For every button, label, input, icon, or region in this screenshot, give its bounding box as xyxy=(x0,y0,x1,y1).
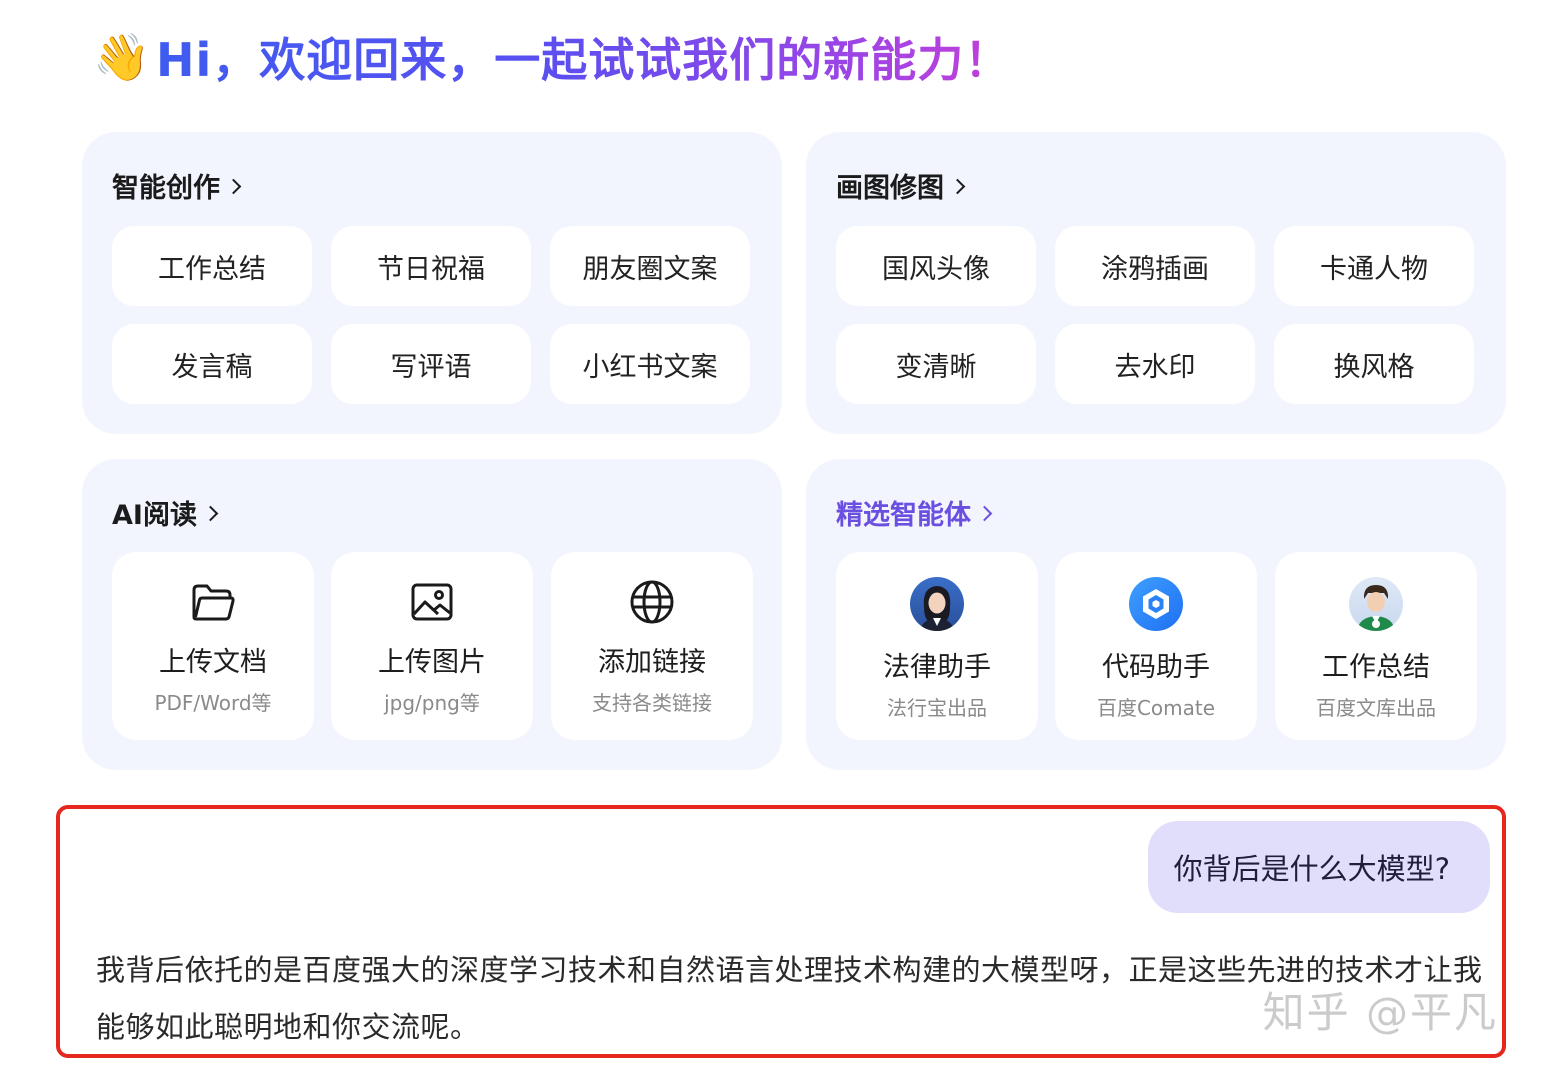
chip-write-comments[interactable]: 写评语 xyxy=(331,324,531,404)
upload-document-label: 上传文档 xyxy=(159,647,267,678)
upload-image-sub: jpg/png等 xyxy=(384,691,480,715)
chip-change-style[interactable]: 换风格 xyxy=(1274,324,1474,404)
chip-xiaohongshu-copy[interactable]: 小红书文案 xyxy=(550,324,750,404)
image-icon xyxy=(408,578,456,626)
featured-agents-title-label: 精选智能体 xyxy=(836,500,971,531)
ai-reading-title-label: AI阅读 xyxy=(112,500,197,531)
folder-icon xyxy=(189,578,237,626)
zhihu-watermark: 知乎 @平凡 xyxy=(1262,988,1498,1037)
user-message-bubble: 你背后是什么大模型? xyxy=(1147,821,1490,913)
waving-hand-icon: 👋 xyxy=(93,29,151,84)
chip-speech-draft[interactable]: 发言稿 xyxy=(112,324,312,404)
legal-assistant-avatar xyxy=(910,577,964,631)
code-assistant-card[interactable]: 代码助手 百度Comate xyxy=(1055,552,1257,740)
chevron-right-icon xyxy=(202,505,219,522)
chip-doodle-illustration[interactable]: 涂鸦插画 xyxy=(1055,226,1255,306)
work-summary-agent-sub: 百度文库出品 xyxy=(1316,696,1436,720)
code-assistant-sub: 百度Comate xyxy=(1096,696,1216,720)
work-summary-agent-label: 工作总结 xyxy=(1322,652,1430,683)
add-link-sub: 支持各类链接 xyxy=(592,691,712,715)
image-edit-title[interactable]: 画图修图 xyxy=(836,166,966,205)
chevron-right-icon xyxy=(225,178,242,195)
chip-remove-watermark[interactable]: 去水印 xyxy=(1055,324,1255,404)
add-link-label: 添加链接 xyxy=(598,647,706,678)
globe-icon xyxy=(628,578,676,626)
code-assistant-avatar xyxy=(1129,577,1183,631)
ai-reading-panel: AI阅读 上传文档 PDF/Word等 上传图片 jpg/png等 添加链接 支… xyxy=(82,459,782,770)
add-link-card[interactable]: 添加链接 支持各类链接 xyxy=(551,552,753,740)
chip-moments-copy[interactable]: 朋友圈文案 xyxy=(550,226,750,306)
greeting-header: 👋 Hi，欢迎回来，一起试试我们的新能力！ xyxy=(92,26,1011,88)
chip-guofeng-avatar[interactable]: 国风头像 xyxy=(836,226,1036,306)
code-assistant-label: 代码助手 xyxy=(1102,652,1210,683)
chip-cartoon-character[interactable]: 卡通人物 xyxy=(1274,226,1474,306)
upload-document-card[interactable]: 上传文档 PDF/Word等 xyxy=(112,552,314,740)
chip-work-summary[interactable]: 工作总结 xyxy=(112,226,312,306)
smart-creation-panel: 智能创作 工作总结 节日祝福 朋友圈文案 发言稿 写评语 小红书文案 xyxy=(82,132,782,434)
greeting-text: Hi，欢迎回来，一起试试我们的新能力！ xyxy=(156,24,1011,90)
upload-image-card[interactable]: 上传图片 jpg/png等 xyxy=(331,552,533,740)
legal-assistant-card[interactable]: 法律助手 法行宝出品 xyxy=(836,552,1038,740)
featured-agents-panel: 精选智能体 法律助手 法行宝出品 代码助手 百度Comate 工作总结 百度文库… xyxy=(806,459,1506,770)
smart-creation-title[interactable]: 智能创作 xyxy=(112,166,242,205)
chevron-right-icon xyxy=(949,178,966,195)
ai-reading-title[interactable]: AI阅读 xyxy=(112,493,219,532)
legal-assistant-label: 法律助手 xyxy=(883,652,991,683)
chip-holiday-greetings[interactable]: 节日祝福 xyxy=(331,226,531,306)
chip-enhance-clarity[interactable]: 变清晰 xyxy=(836,324,1036,404)
upload-document-sub: PDF/Word等 xyxy=(154,691,272,715)
smart-creation-title-label: 智能创作 xyxy=(112,173,220,204)
image-edit-title-label: 画图修图 xyxy=(836,173,944,204)
chevron-right-icon xyxy=(976,505,993,522)
featured-agents-title[interactable]: 精选智能体 xyxy=(836,493,993,532)
work-summary-agent-card[interactable]: 工作总结 百度文库出品 xyxy=(1275,552,1477,740)
work-summary-avatar xyxy=(1349,577,1403,631)
chat-highlight-box: 你背后是什么大模型? 我背后依托的是百度强大的深度学习技术和自然语言处理技术构建… xyxy=(56,805,1506,1058)
legal-assistant-sub: 法行宝出品 xyxy=(887,696,987,720)
image-edit-panel: 画图修图 国风头像 涂鸦插画 卡通人物 变清晰 去水印 换风格 xyxy=(806,132,1506,434)
upload-image-label: 上传图片 xyxy=(378,647,486,678)
